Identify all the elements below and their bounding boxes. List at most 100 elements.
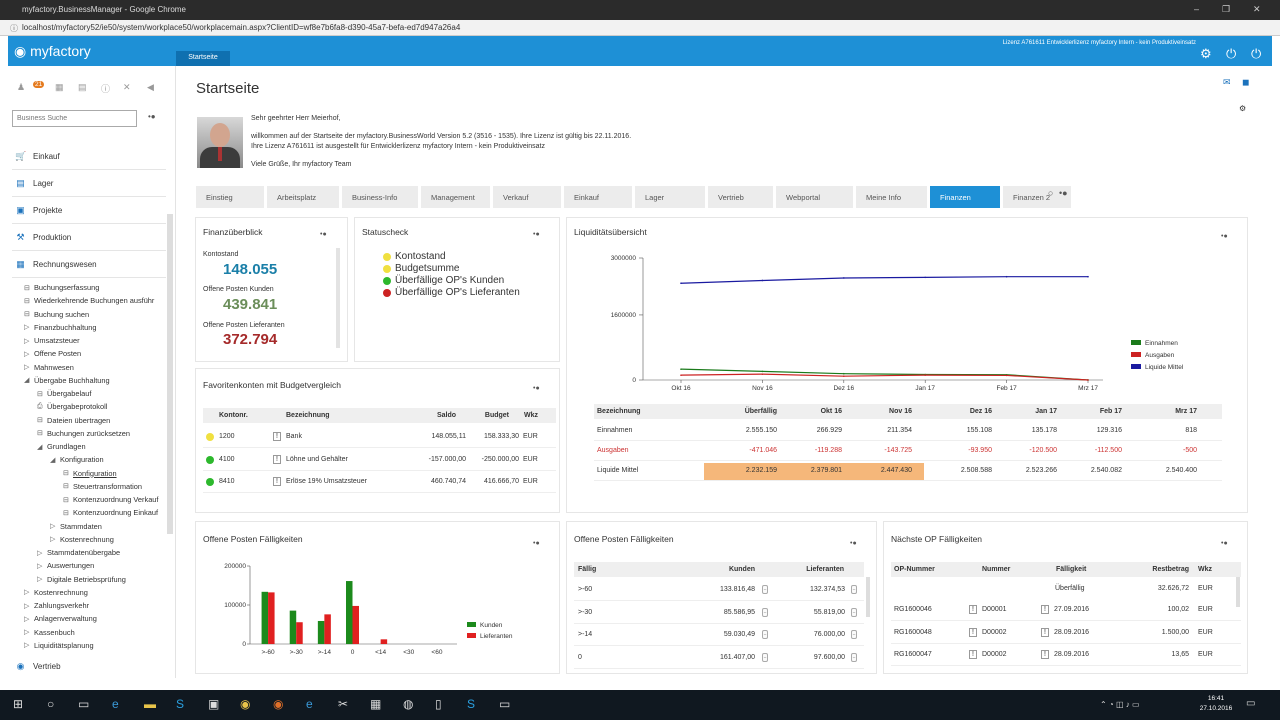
- cell-op-nummer[interactable]: RG1600046: [894, 606, 932, 613]
- collapse-left-icon[interactable]: ◀: [147, 82, 154, 93]
- detail-icon[interactable]: ..: [762, 652, 768, 662]
- notification-icon[interactable]: ▭: [1246, 698, 1255, 709]
- task-view-icon[interactable]: ▭: [78, 697, 89, 711]
- tree-item[interactable]: ◢ Übergabe Buchhaltung: [24, 376, 110, 385]
- col-nummer[interactable]: Nummer: [982, 566, 1010, 573]
- tab-arbeitsplatz[interactable]: Arbeitsplatz: [267, 186, 339, 208]
- close-icon[interactable]: ✕: [123, 82, 131, 93]
- sidebar-item-rechnungswesen[interactable]: ▦ Rechnungswesen: [15, 257, 96, 271]
- app2-icon[interactable]: ▭: [499, 697, 510, 711]
- globe-icon[interactable]: ◍: [403, 697, 413, 711]
- tab-business-info[interactable]: Business-Info: [342, 186, 418, 208]
- panel-scrollbar[interactable]: [336, 248, 340, 348]
- notification-badge[interactable]: 21: [33, 81, 45, 88]
- tab-einstieg[interactable]: Einstieg: [196, 186, 264, 208]
- info-icon[interactable]: !: [273, 432, 281, 441]
- pin-icon[interactable]: ♟: [17, 82, 25, 93]
- mail-icon[interactable]: ✉: [1223, 77, 1231, 88]
- refresh-icon[interactable]: ○: [1048, 188, 1053, 198]
- info-icon[interactable]: !: [1041, 627, 1049, 637]
- detail-icon[interactable]: ..: [851, 607, 857, 617]
- minimize-icon[interactable]: –: [1194, 4, 1199, 14]
- search-icon[interactable]: ○: [47, 697, 54, 711]
- tool-icon[interactable]: ✂: [338, 697, 348, 711]
- tab-webportal[interactable]: Webportal: [776, 186, 853, 208]
- close-icon[interactable]: ✕: [1253, 4, 1261, 15]
- firefox-icon[interactable]: ◉: [273, 697, 283, 711]
- tree-item[interactable]: ⊟ Buchung suchen: [24, 310, 89, 319]
- info-icon[interactable]: !: [969, 605, 977, 614]
- tree-item[interactable]: ▷ Stammdatenübergabe: [37, 548, 120, 557]
- col-saldo[interactable]: Saldo: [416, 412, 456, 419]
- col-budget[interactable]: Budget: [476, 412, 509, 419]
- tree-item[interactable]: ⎙ Übergabeprotokoll: [37, 402, 107, 411]
- tree-item[interactable]: ⊟ Kontenzuordnung Verkauf: [63, 495, 158, 504]
- options-icon[interactable]: •●: [148, 112, 156, 121]
- tree-item[interactable]: ▷ Stammdaten: [50, 522, 102, 531]
- cell-op-nummer[interactable]: RG1600047: [894, 651, 932, 658]
- sidebar-item-vertrieb[interactable]: ◉ Vertrieb: [15, 659, 61, 673]
- tree-item[interactable]: ▷ Finanzbuchhaltung: [24, 323, 96, 332]
- tree-item[interactable]: ▷ Mahnwesen: [24, 363, 74, 372]
- logout-icon[interactable]: ⏻: [1251, 46, 1261, 62]
- info-icon[interactable]: ⓘ: [101, 82, 110, 95]
- detail-icon[interactable]: ..: [762, 585, 768, 594]
- tree-item[interactable]: ▷ Kostenrechnung: [50, 535, 114, 544]
- info-icon[interactable]: !: [1041, 650, 1049, 659]
- detail-icon[interactable]: ..: [851, 630, 857, 639]
- edge-icon[interactable]: e: [112, 697, 119, 711]
- tree-item[interactable]: ⊟ Steuertransformation: [63, 482, 142, 491]
- tree-item[interactable]: ▷ Liquiditätsplanung: [24, 641, 94, 650]
- col-bezeichnung[interactable]: Bezeichnung: [597, 408, 641, 415]
- search-input[interactable]: [12, 110, 137, 127]
- detail-icon[interactable]: ..: [762, 607, 768, 617]
- clock[interactable]: 16:41 27.10.2016: [1196, 694, 1236, 714]
- options-icon[interactable]: •●: [1221, 233, 1228, 240]
- tab-verkauf[interactable]: Verkauf: [493, 186, 561, 208]
- options-icon[interactable]: •●: [320, 231, 327, 238]
- tab-startseite[interactable]: Startseite: [176, 51, 230, 66]
- col-wkz[interactable]: Wkz: [524, 412, 538, 419]
- list-icon[interactable]: ▤: [78, 82, 87, 93]
- tab-einkauf[interactable]: Einkauf: [564, 186, 632, 208]
- address-bar[interactable]: ⓘ localhost/myfactory52/ie50/system/work…: [0, 20, 1280, 36]
- options-icon[interactable]: •●: [850, 540, 857, 547]
- tab-finanzen[interactable]: Finanzen: [930, 186, 1000, 208]
- tree-item[interactable]: ▷ Kostenrechnung: [24, 588, 88, 597]
- col-überfällig[interactable]: Überfällig: [722, 408, 777, 415]
- maximize-icon[interactable]: ❐: [1222, 4, 1230, 15]
- col-kunden[interactable]: Kunden: [707, 566, 755, 573]
- col-kontonr[interactable]: Kontonr.: [219, 412, 248, 419]
- chat-icon[interactable]: ◼: [1242, 77, 1249, 88]
- col-restbetrag[interactable]: Restbetrag: [1144, 566, 1189, 573]
- col-wkz[interactable]: Wkz: [1198, 566, 1212, 573]
- tree-item[interactable]: ▷ Anlagenverwaltung: [24, 614, 97, 623]
- col-jan-17[interactable]: Jan 17: [1002, 408, 1057, 415]
- windows-start-icon[interactable]: ⊞: [13, 697, 23, 711]
- panel-scrollbar[interactable]: [866, 577, 870, 617]
- tree-item[interactable]: ⊟ Kontenzuordnung Einkauf: [63, 508, 158, 517]
- options-icon[interactable]: •●: [533, 385, 540, 392]
- tree-item[interactable]: ▷ Auswertungen: [37, 561, 94, 570]
- col-okt-16[interactable]: Okt 16: [787, 408, 842, 415]
- power-icon[interactable]: ⏻: [1226, 46, 1236, 62]
- options-icon[interactable]: •●: [1221, 540, 1228, 547]
- tab-vertrieb[interactable]: Vertrieb: [708, 186, 773, 208]
- col-faelligkeit[interactable]: Fälligkeit: [1056, 566, 1086, 573]
- info-icon[interactable]: !: [273, 454, 281, 464]
- tree-item[interactable]: ▷ Digitale Betriebsprüfung: [37, 575, 126, 584]
- store-icon[interactable]: ▣: [208, 697, 219, 711]
- app-icon[interactable]: ▦: [370, 697, 381, 711]
- folder-icon[interactable]: ▬: [144, 697, 156, 711]
- info-icon[interactable]: !: [1041, 605, 1049, 614]
- col-nov-16[interactable]: Nov 16: [857, 408, 912, 415]
- col-op-nummer[interactable]: OP-Nummer: [894, 566, 935, 573]
- tree-item[interactable]: ⊟ Wiederkehrende Buchungen ausführ: [24, 296, 154, 305]
- tray-icons[interactable]: ⌃ ◔ ◫ ♪ ▭: [1100, 700, 1140, 709]
- tree-item[interactable]: ▷ Kassenbuch: [24, 628, 75, 637]
- tree-item[interactable]: ⊟ Buchungserfassung: [24, 283, 99, 292]
- sidebar-item-einkauf[interactable]: 🛒 Einkauf: [15, 149, 60, 163]
- col-dez-16[interactable]: Dez 16: [937, 408, 992, 415]
- ie-icon[interactable]: e: [306, 697, 313, 711]
- tree-item[interactable]: ⊟ Übergabelauf: [37, 389, 91, 398]
